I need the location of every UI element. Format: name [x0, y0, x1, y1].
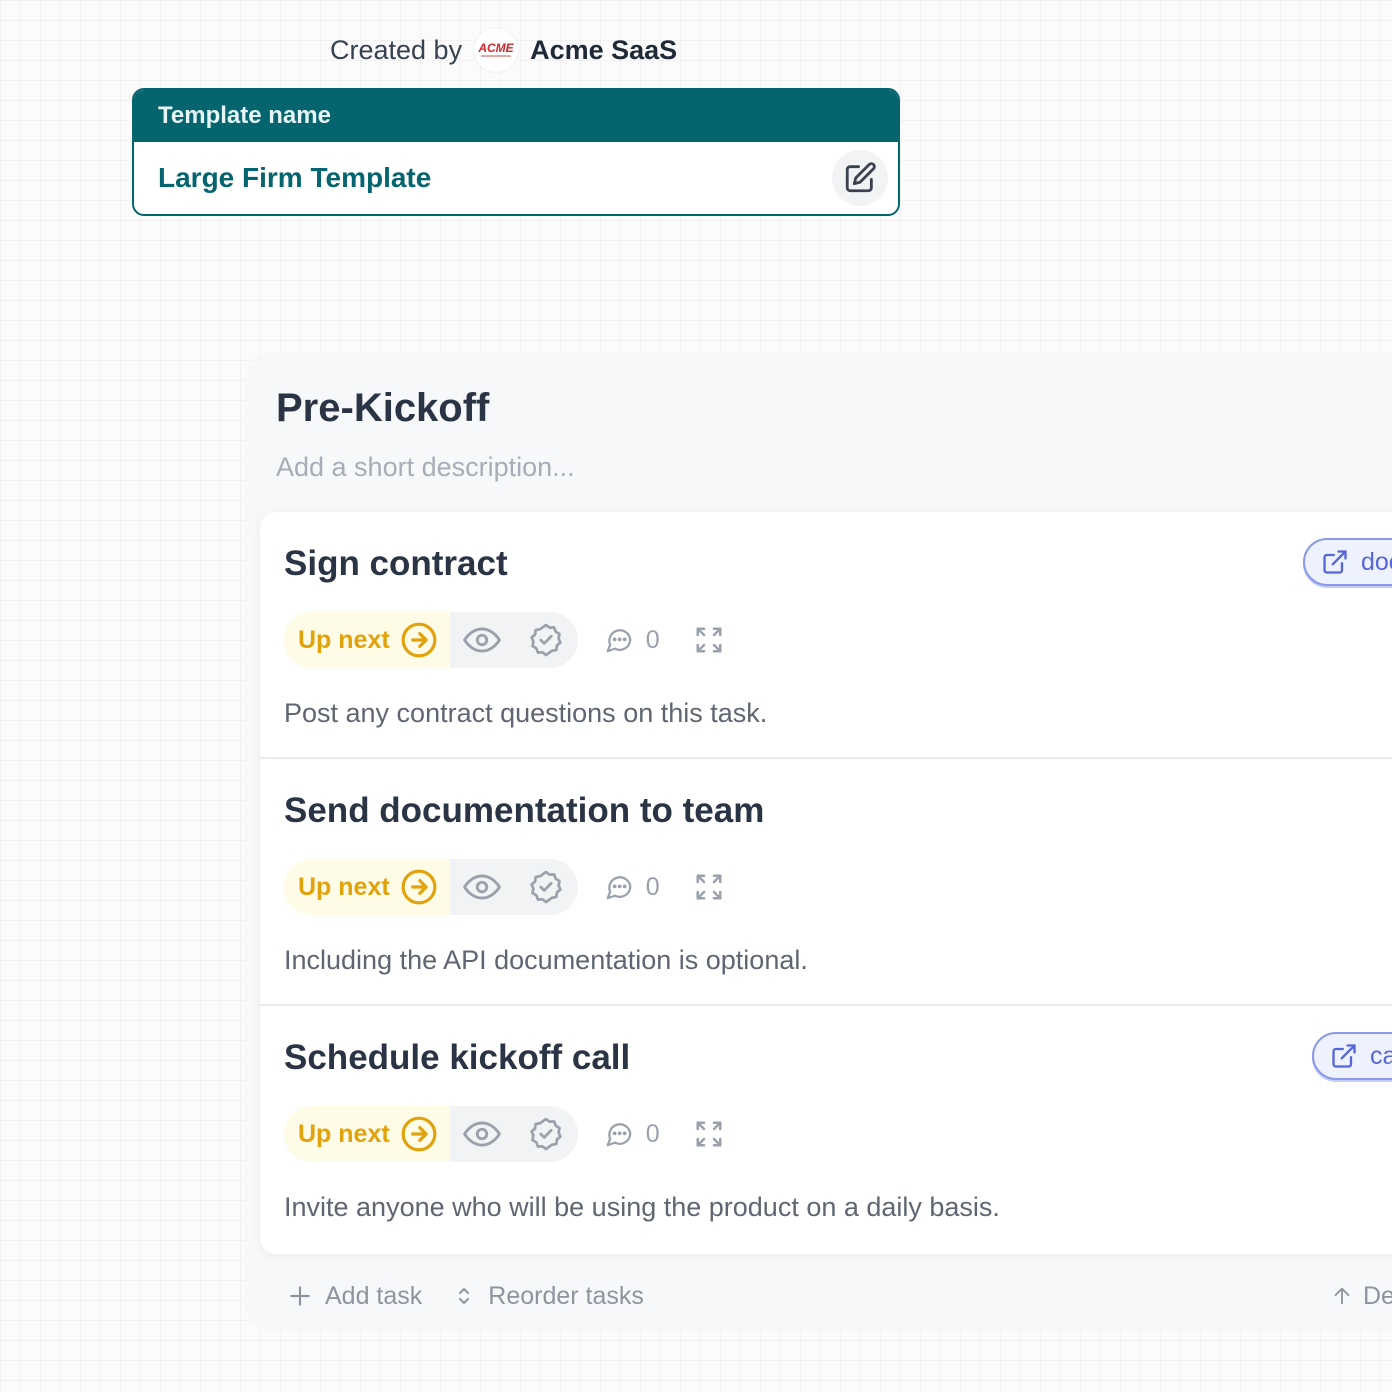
company-name: Acme SaaS [530, 34, 678, 65]
status-in-review-button[interactable] [450, 859, 514, 915]
task-list: Sign contract doc Up next [260, 512, 1392, 1254]
section-pre-kickoff: Pre-Kickoff Add a short description... S… [245, 352, 1392, 1332]
expand-task-button[interactable] [694, 625, 724, 655]
comment-icon [606, 876, 632, 900]
move-section-label: De [1363, 1281, 1392, 1310]
task-link-label: doc [1361, 547, 1392, 576]
external-link-icon [1332, 1044, 1356, 1068]
comments-button[interactable]: 0 [604, 1119, 660, 1149]
reorder-tasks-button[interactable]: Reorder tasks [452, 1282, 644, 1311]
task-title[interactable]: Send documentation to team [284, 791, 764, 831]
comment-icon [606, 1123, 632, 1147]
status-done-button[interactable] [514, 612, 578, 668]
logo-text: ACME [477, 41, 514, 55]
status-toggle-group: Up next [284, 612, 578, 668]
badge-check-icon [529, 623, 562, 657]
status-toggle-group: Up next [284, 1106, 578, 1162]
add-task-button[interactable]: Add task [287, 1282, 422, 1311]
arrow-right-circle-icon [401, 869, 437, 905]
template-name-header: Template name [134, 90, 898, 142]
status-in-review-button[interactable] [450, 612, 514, 668]
edit-icon [845, 162, 876, 193]
move-section-button[interactable]: De [1331, 1282, 1392, 1311]
reorder-tasks-label: Reorder tasks [488, 1281, 644, 1310]
badge-check-icon [529, 1117, 562, 1151]
chevron-up-down-icon [459, 1288, 470, 1304]
status-done-button[interactable] [514, 859, 578, 915]
status-label: Up next [298, 872, 390, 901]
task-item[interactable]: Schedule kickoff call ca Up next 0 Invit… [260, 1006, 1392, 1253]
company-logo: ACME [474, 28, 519, 72]
expand-icon [696, 627, 722, 653]
arrow-right-circle-icon [401, 622, 437, 658]
status-in-review-button[interactable] [450, 1106, 514, 1162]
template-name-card: Template name Large Firm Template [132, 88, 900, 216]
task-title[interactable]: Schedule kickoff call [284, 1038, 630, 1078]
section-title[interactable]: Pre-Kickoff [276, 386, 489, 431]
eye-icon [462, 627, 501, 653]
task-link-chip[interactable]: ca [1312, 1032, 1392, 1080]
task-item[interactable]: Send documentation to team Up next 0 Inc… [260, 759, 1392, 1006]
status-done-button[interactable] [514, 1106, 578, 1162]
badge-check-icon [529, 870, 562, 904]
arrow-up-icon [1334, 1287, 1350, 1305]
comment-count: 0 [645, 1119, 660, 1148]
plus-icon [290, 1286, 310, 1306]
comment-count: 0 [645, 872, 660, 901]
comments-button[interactable]: 0 [604, 625, 660, 655]
add-task-label: Add task [325, 1281, 423, 1310]
created-by: Created by ACME Acme SaaS [330, 28, 678, 72]
comment-count: 0 [645, 625, 660, 654]
eye-icon [462, 1121, 501, 1147]
task-description: Including the API documentation is optio… [284, 945, 808, 975]
edit-template-name-button[interactable] [832, 150, 888, 206]
status-up-next-button[interactable]: Up next [284, 859, 450, 915]
task-description: Post any contract questions on this task… [284, 698, 768, 728]
expand-task-button[interactable] [694, 872, 724, 902]
task-description: Invite anyone who will be using the prod… [284, 1192, 1000, 1222]
comments-button[interactable]: 0 [604, 872, 660, 902]
task-item[interactable]: Sign contract doc Up next [260, 512, 1392, 759]
eye-icon [462, 874, 501, 900]
task-link-label: ca [1370, 1041, 1392, 1070]
arrow-right-circle-icon [401, 1116, 437, 1152]
expand-icon [696, 874, 722, 900]
task-title[interactable]: Sign contract [284, 544, 508, 584]
section-footer: Add task Reorder tasks De [287, 1278, 1392, 1314]
template-name: Large Firm Template [158, 162, 432, 193]
status-up-next-button[interactable]: Up next [284, 1106, 450, 1162]
comment-icon [606, 629, 632, 653]
status-up-next-button[interactable]: Up next [284, 612, 450, 668]
external-link-icon [1323, 550, 1347, 574]
status-toggle-group: Up next [284, 859, 578, 915]
task-link-chip[interactable]: doc [1303, 538, 1392, 586]
status-label: Up next [298, 625, 390, 654]
section-description-input[interactable]: Add a short description... [276, 452, 575, 483]
status-label: Up next [298, 1119, 390, 1148]
created-by-label: Created by [330, 34, 463, 65]
expand-icon [696, 1121, 722, 1147]
expand-task-button[interactable] [694, 1119, 724, 1149]
